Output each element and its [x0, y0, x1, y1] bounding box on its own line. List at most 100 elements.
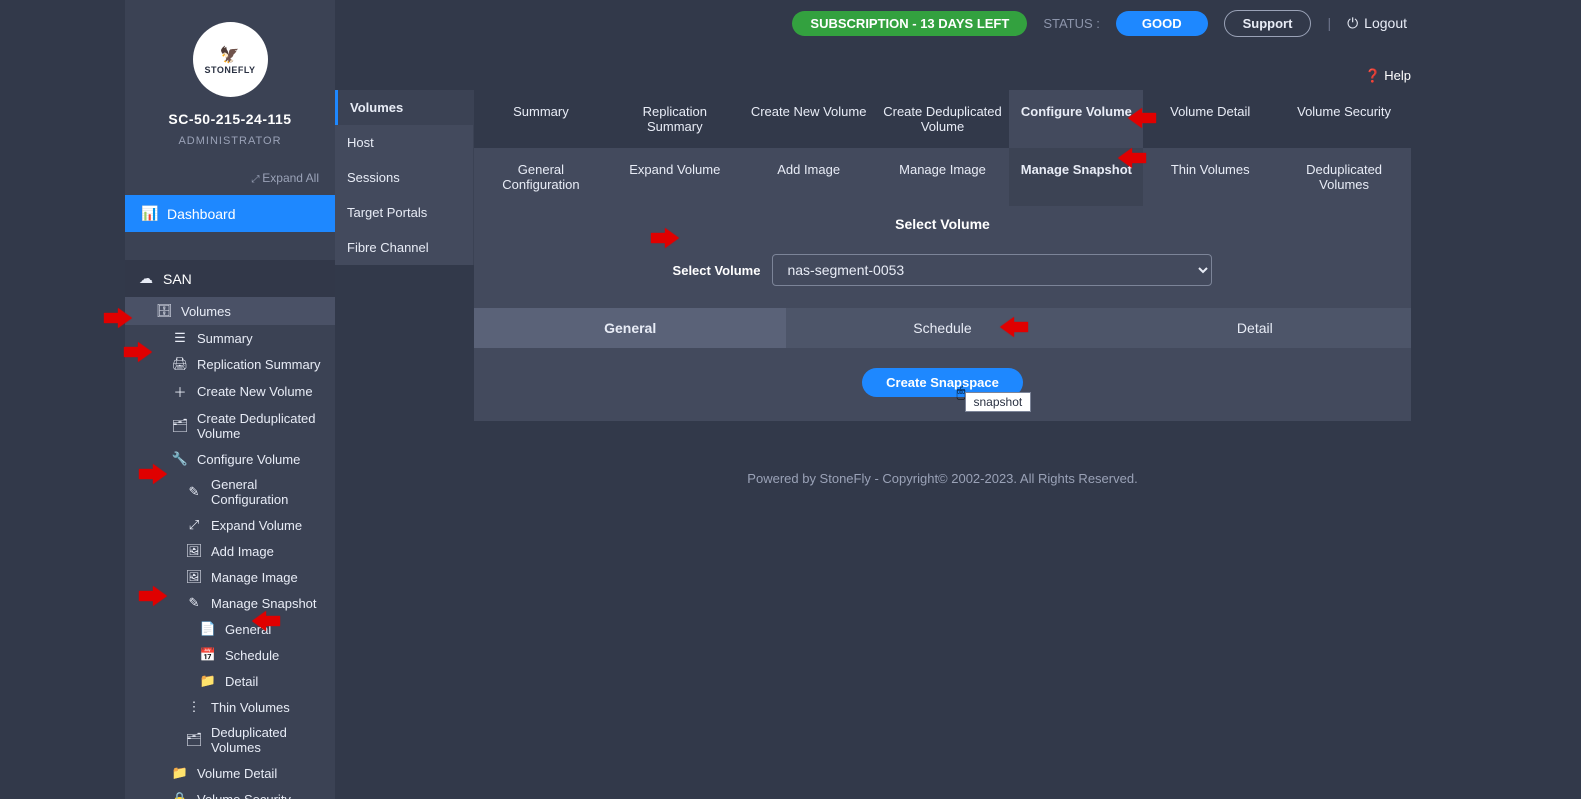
select-volume-dropdown[interactable]: nas-segment-0053	[772, 254, 1212, 286]
sidebar-sub-configure-volume[interactable]: 🔧 Configure Volume	[125, 446, 335, 472]
tab-manage-image[interactable]: Manage Image	[876, 148, 1010, 206]
folder-icon: 📁	[171, 765, 189, 781]
select-volume-row: Select Volume nas-segment-0053	[474, 242, 1411, 308]
sidebar-leaf-snap-detail[interactable]: 📁 Detail	[125, 668, 335, 694]
san-icon: ☁	[137, 270, 155, 287]
main-panel: Summary Replication Summary Create New V…	[474, 90, 1411, 536]
sidebar-leaf-general-config[interactable]: ✎ General Configuration	[125, 472, 335, 512]
tab-volume-detail[interactable]: Volume Detail	[1143, 90, 1277, 148]
sidebar-leaf-thin-volumes[interactable]: ⋮ Thin Volumes	[125, 694, 335, 720]
sidebar-leaf-manage-snapshot[interactable]: ✎ Manage Snapshot	[125, 590, 335, 616]
sidebar-item-label: Detail	[225, 674, 258, 689]
sidebar-item-label: Manage Image	[211, 570, 298, 585]
topbar: SUBSCRIPTION - 13 DAYS LEFT STATUS : GOO…	[335, 0, 1431, 46]
secmenu-host[interactable]: Host	[335, 125, 473, 160]
status-label: STATUS :	[1043, 16, 1100, 31]
sidebar-leaf-add-image[interactable]: 🖼 Add Image	[125, 538, 335, 564]
sidebar-item-label: Add Image	[211, 544, 274, 559]
plus-icon: ＋	[171, 382, 189, 401]
tab-expand-volume[interactable]: Expand Volume	[608, 148, 742, 206]
sidebar-item-label: General Configuration	[211, 477, 323, 507]
tooltip: snapshot	[965, 392, 1032, 412]
secmenu-sessions[interactable]: Sessions	[335, 160, 473, 195]
logo-text: STONEFLY	[204, 65, 255, 75]
hostname-label: SC-50-215-24-115	[125, 111, 335, 127]
tab-add-image[interactable]: Add Image	[742, 148, 876, 206]
lock-icon: 🔒	[171, 791, 189, 799]
action-area: Create Snapspace 🖱 snapshot	[474, 348, 1411, 421]
edit-icon: ✎	[185, 484, 203, 500]
logo-icon: 🦅	[220, 45, 240, 65]
wrench-icon: 🔧	[171, 451, 189, 467]
sidebar-item-label: Deduplicated Volumes	[211, 725, 323, 755]
sidebar-item-label: Volume Security	[197, 792, 291, 799]
volumes-icon: 🗄	[155, 303, 173, 319]
secmenu-target-portals[interactable]: Target Portals	[335, 195, 473, 230]
sidebar-item-label: Schedule	[225, 648, 279, 663]
sidebar-item-san[interactable]: ☁ SAN	[125, 260, 335, 297]
secmenu-volumes[interactable]: Volumes	[335, 90, 473, 125]
sidebar-item-label: Thin Volumes	[211, 700, 290, 715]
separator: |	[1327, 15, 1331, 31]
sidebar-sub-create-dedup-volume[interactable]: 🗂 Create Deduplicated Volume	[125, 406, 335, 446]
doc-icon: 📄	[199, 621, 217, 637]
tab-create-new-volume[interactable]: Create New Volume	[742, 90, 876, 148]
sidebar-item-dashboard[interactable]: 📊 Dashboard	[125, 195, 335, 232]
sidebar-leaf-expand-volume[interactable]: ⤢ Expand Volume	[125, 512, 335, 538]
dedup-icon: 🗂	[171, 418, 189, 434]
sidebar-leaf-dedup-volumes[interactable]: 🗂 Deduplicated Volumes	[125, 720, 335, 760]
thin-icon: ⋮	[185, 699, 203, 715]
dedup-icon: 🗂	[185, 732, 203, 748]
sidebar-item-label: Manage Snapshot	[211, 596, 317, 611]
logout-label: Logout	[1364, 15, 1407, 31]
subtab-schedule[interactable]: Schedule	[786, 308, 1098, 348]
power-icon: ⏻	[1347, 15, 1358, 32]
tab-create-dedup-volume[interactable]: Create Deduplicated Volume	[876, 90, 1010, 148]
snapshot-subtabs: General Schedule Detail	[474, 308, 1411, 348]
sidebar-item-label: Volumes	[181, 304, 231, 319]
image-icon: 🖼	[185, 569, 203, 585]
tab-volume-security[interactable]: Volume Security	[1277, 90, 1411, 148]
secmenu-fibre-channel[interactable]: Fibre Channel	[335, 230, 473, 265]
tab-replication-summary[interactable]: Replication Summary	[608, 90, 742, 148]
sidebar-sub-volume-security[interactable]: 🔒 Volume Security	[125, 786, 335, 799]
secondary-menu: Volumes Host Sessions Target Portals Fib…	[335, 90, 474, 265]
list-icon: ☰	[171, 330, 189, 346]
sidebar-leaf-snap-schedule[interactable]: 📅 Schedule	[125, 642, 335, 668]
sidebar-item-volumes[interactable]: 🗄 Volumes	[125, 297, 335, 325]
tab-manage-snapshot[interactable]: Manage Snapshot	[1009, 148, 1143, 206]
sidebar-item-label: Volume Detail	[197, 766, 277, 781]
tab-dedup-volumes[interactable]: Deduplicated Volumes	[1277, 148, 1411, 206]
panel-title-select-volume: Select Volume	[474, 206, 1411, 242]
footer-text: Powered by StoneFly - Copyright© 2002-20…	[474, 421, 1411, 536]
sidebar-item-label: General	[225, 622, 271, 637]
sidebar-item-label: Create New Volume	[197, 384, 313, 399]
sidebar-item-label: Create Deduplicated Volume	[197, 411, 323, 441]
subtab-detail[interactable]: Detail	[1099, 308, 1411, 348]
logout-button[interactable]: ⏻ Logout	[1347, 15, 1407, 32]
tab-thin-volumes[interactable]: Thin Volumes	[1143, 148, 1277, 206]
content-panel: Select Volume Select Volume nas-segment-…	[474, 206, 1411, 421]
status-value-badge[interactable]: GOOD	[1116, 11, 1208, 36]
tab-configure-volume[interactable]: Configure Volume	[1009, 90, 1143, 148]
sidebar-sub-summary[interactable]: ☰ Summary	[125, 325, 335, 351]
sidebar-item-label: Replication Summary	[197, 357, 321, 372]
support-button[interactable]: Support	[1224, 10, 1312, 37]
image-icon: 🖼	[185, 543, 203, 559]
sidebar-item-label: Summary	[197, 331, 253, 346]
sidebar-sub-volume-detail[interactable]: 📁 Volume Detail	[125, 760, 335, 786]
sidebar-leaf-snap-general[interactable]: 📄 General	[125, 616, 335, 642]
sidebar-sub-create-new-volume[interactable]: ＋ Create New Volume	[125, 377, 335, 406]
dashboard-icon: 📊	[141, 205, 159, 222]
subscription-badge[interactable]: SUBSCRIPTION - 13 DAYS LEFT	[792, 11, 1027, 36]
calendar-icon: 📅	[199, 647, 217, 663]
sidebar-leaf-manage-image[interactable]: 🖼 Manage Image	[125, 564, 335, 590]
subtab-general[interactable]: General	[474, 308, 786, 348]
expand-all-link[interactable]: Expand All	[125, 171, 335, 195]
sidebar-sub-replication-summary[interactable]: 🖨 Replication Summary	[125, 351, 335, 377]
folder-icon: 📁	[199, 673, 217, 689]
help-link[interactable]: Help	[1364, 68, 1411, 84]
tab-general-config[interactable]: General Configuration	[474, 148, 608, 206]
tab-summary[interactable]: Summary	[474, 90, 608, 148]
printer-icon: 🖨	[171, 356, 189, 372]
